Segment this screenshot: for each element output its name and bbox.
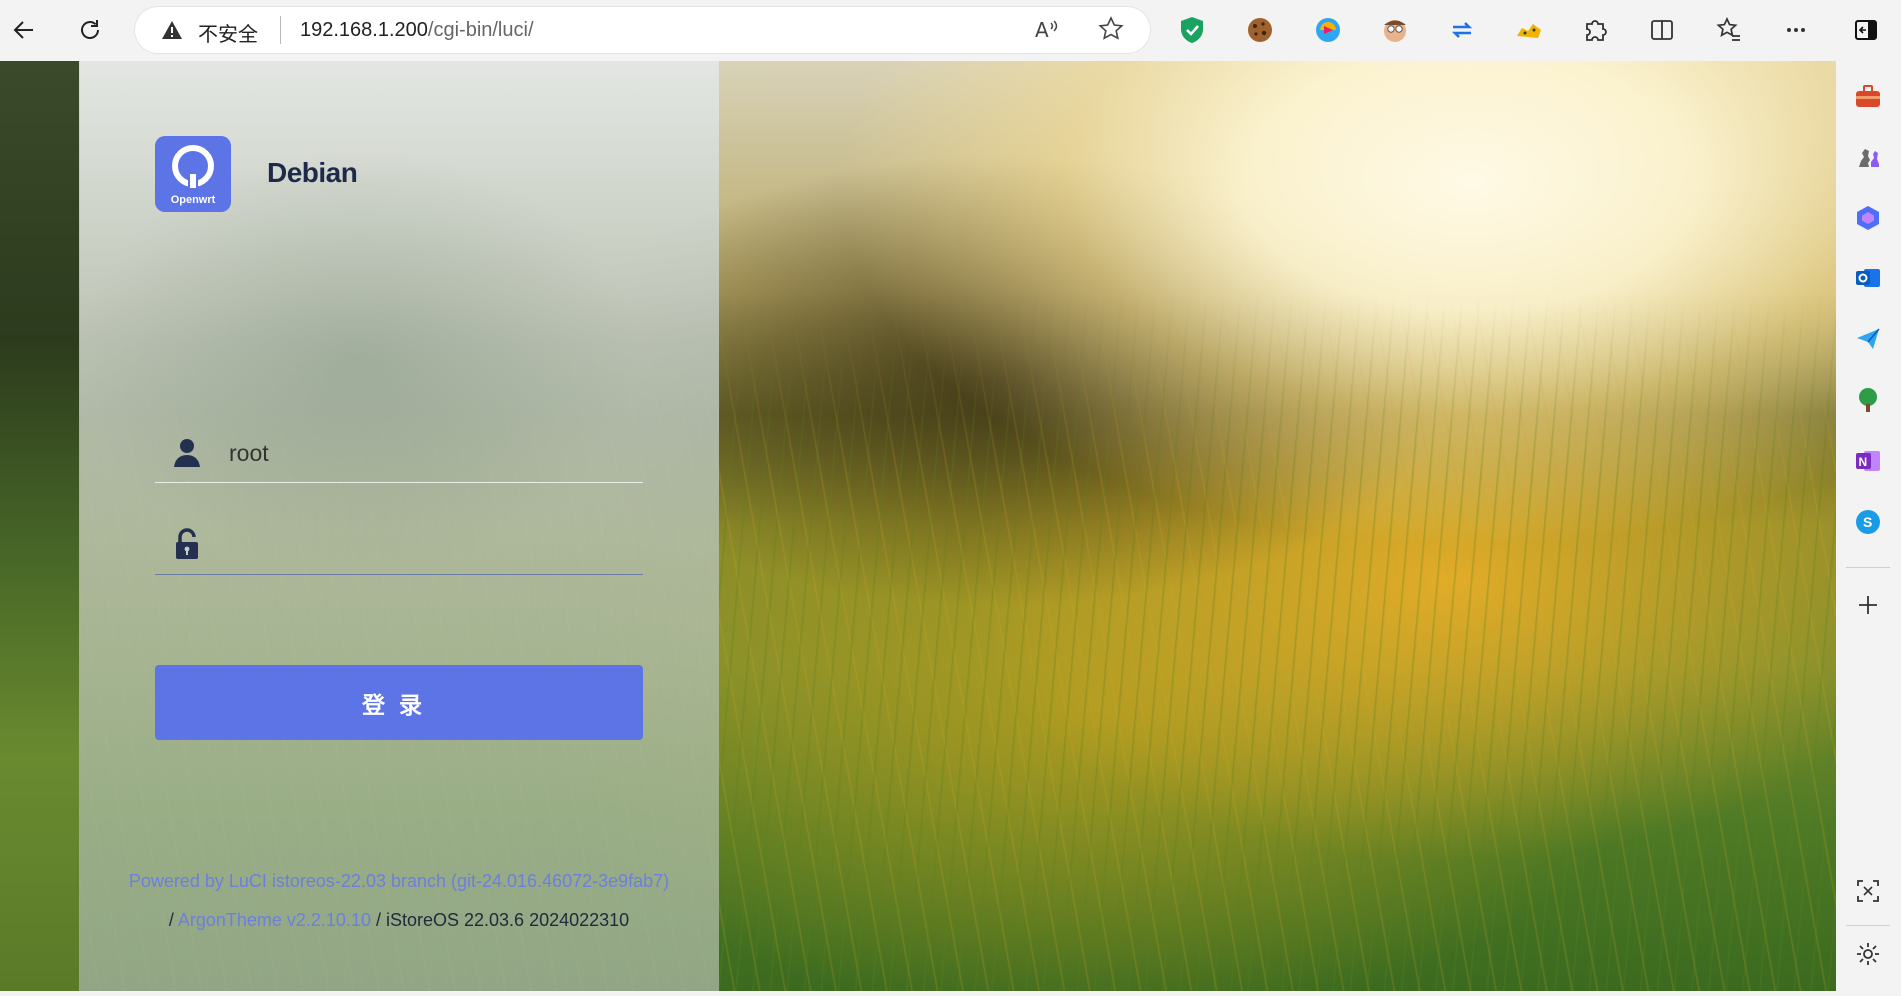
tools-briefcase-icon[interactable] — [1851, 79, 1885, 113]
background-left-edge — [0, 61, 80, 991]
outlook-icon[interactable] — [1851, 261, 1885, 295]
username-input[interactable] — [227, 434, 631, 472]
split-screen-icon[interactable] — [1645, 13, 1679, 47]
sync-extension-icon[interactable] — [1445, 13, 1479, 47]
footer-slash: / — [168, 910, 174, 930]
favorites-icon[interactable] — [1712, 13, 1746, 47]
logo-text: Openwrt — [170, 194, 216, 206]
send-paper-plane-icon[interactable] — [1851, 322, 1885, 356]
shield-extension-icon[interactable] — [1175, 13, 1209, 47]
games-chess-icon[interactable] — [1851, 140, 1885, 174]
edge-sidebar: N S — [1836, 61, 1901, 996]
more-menu-icon[interactable] — [1779, 13, 1813, 47]
version-line: / ArgonTheme v2.2.10.10 / iStoreOS 22.03… — [79, 910, 719, 931]
copilot-extension-icon[interactable] — [1311, 13, 1345, 47]
password-input[interactable] — [227, 526, 631, 564]
copilot-sidebar-icon[interactable] — [1851, 201, 1885, 235]
settings-gear-icon[interactable] — [1851, 937, 1885, 971]
login-button[interactable]: 登录 — [155, 665, 643, 740]
not-secure-label[interactable]: 不安全 — [198, 18, 258, 47]
login-panel: Openwrt Debian 登录 Powered by LuCI istore… — [79, 61, 719, 991]
argon-theme-link[interactable]: ArgonTheme v2.2.10.10 — [178, 910, 371, 930]
brand-title: Debian — [267, 157, 358, 188]
sidebar-divider — [1846, 567, 1890, 568]
url-host: 192.168.1.200 — [300, 19, 428, 41]
openwrt-logo: Openwrt — [155, 136, 231, 212]
refresh-icon[interactable] — [72, 12, 108, 48]
password-field[interactable] — [155, 518, 643, 575]
extensions-puzzle-icon[interactable] — [1578, 13, 1612, 47]
openwrt-logo-icon — [172, 145, 214, 190]
svg-text:S: S — [1863, 514, 1872, 530]
face-extension-icon[interactable] — [1378, 13, 1412, 47]
powered-by-text: Powered by LuCI istoreos-22.03 branch (g… — [79, 871, 719, 892]
user-icon — [174, 439, 200, 467]
onenote-icon[interactable]: N — [1851, 444, 1885, 478]
url-path: /cgi-bin/luci/ — [427, 19, 534, 41]
screenshot-icon[interactable] — [1851, 874, 1885, 908]
os-version-text: / iStoreOS 22.03.6 2024022310 — [375, 910, 630, 930]
browser-toolbar: 不安全 192.168.1.200/cgi-bin/luci/ A — [0, 0, 1901, 61]
skype-icon[interactable]: S — [1851, 505, 1885, 539]
sidebar-divider-bottom — [1846, 925, 1890, 926]
sidebar-toggle-icon[interactable] — [1849, 13, 1883, 47]
read-aloud-icon[interactable]: A — [1034, 17, 1060, 47]
cookie-extension-icon[interactable] — [1243, 13, 1277, 47]
back-icon[interactable] — [6, 12, 42, 48]
address-bar[interactable]: 不安全 192.168.1.200/cgi-bin/luci/ A — [135, 7, 1150, 53]
add-icon[interactable] — [1851, 588, 1885, 622]
tree-icon[interactable] — [1851, 383, 1885, 417]
address-divider — [280, 16, 281, 44]
username-field[interactable] — [155, 426, 643, 483]
url-text[interactable]: 192.168.1.200/cgi-bin/luci/ — [300, 19, 534, 42]
svg-text:N: N — [1859, 455, 1868, 469]
unlock-icon — [176, 528, 198, 559]
svg-text:A: A — [1035, 18, 1049, 41]
luci-link[interactable]: Powered by LuCI istoreos-22.03 branch (g… — [129, 871, 669, 891]
warning-icon[interactable] — [161, 20, 183, 40]
tampermonkey-extension-icon[interactable] — [1512, 13, 1546, 47]
favorite-star-icon[interactable] — [1098, 16, 1124, 49]
page-viewport: Openwrt Debian 登录 Powered by LuCI istore… — [0, 61, 1836, 991]
